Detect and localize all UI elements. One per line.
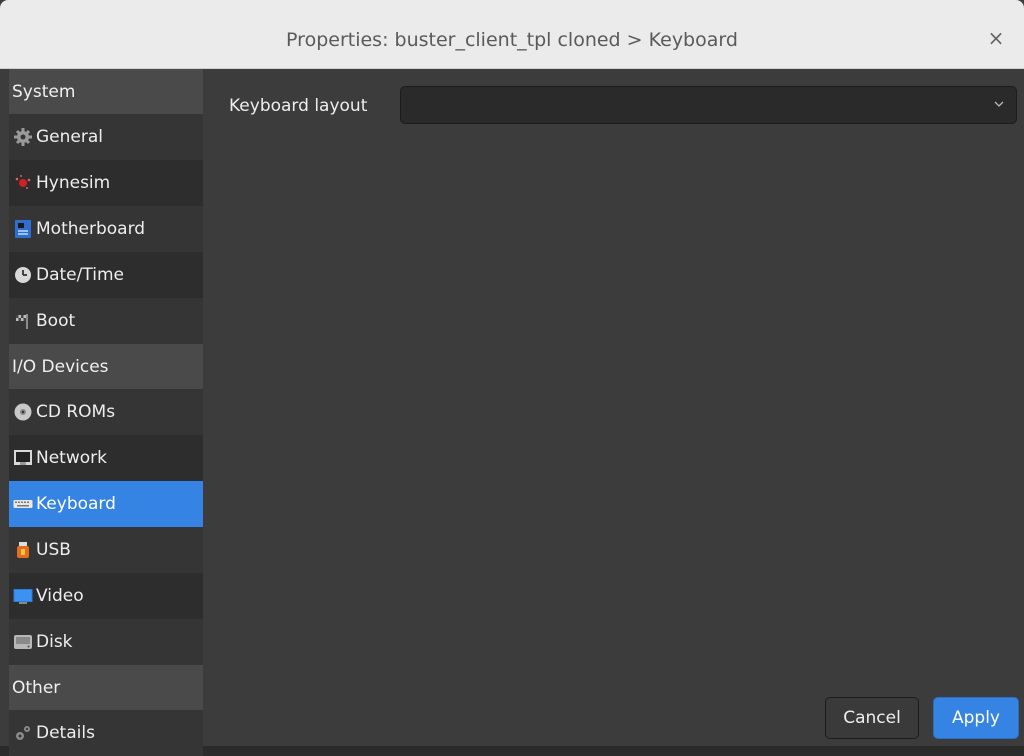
sidebar-item-datetime[interactable]: Date/Time xyxy=(9,252,203,298)
sidebar-item-label: Keyboard xyxy=(36,494,116,514)
sidebar-item-video[interactable]: Video xyxy=(9,573,203,619)
window-title: Properties: buster_client_tpl cloned > K… xyxy=(286,29,738,51)
disk-icon xyxy=(13,632,33,652)
sidebar-item-label: Motherboard xyxy=(36,219,146,239)
sidebar-section-system: System xyxy=(9,69,203,114)
usb-icon xyxy=(13,540,33,560)
sidebar-item-cdroms[interactable]: CD ROMs xyxy=(9,389,203,435)
sidebar-item-label: Hynesim xyxy=(36,173,111,193)
sidebar-item-label: Boot xyxy=(36,311,76,331)
titlebar: Properties: buster_client_tpl cloned > K… xyxy=(0,0,1024,69)
cd-icon xyxy=(13,402,33,422)
keyboard-layout-label: Keyboard layout xyxy=(229,96,368,116)
sidebar-item-label: Network xyxy=(36,448,107,468)
sidebar-item-disk[interactable]: Disk xyxy=(9,619,203,665)
motherboard-icon xyxy=(13,219,33,239)
sidebar-item-label: Video xyxy=(36,586,84,606)
sidebar-item-boot[interactable]: Boot xyxy=(9,298,203,344)
boot-flag-icon xyxy=(13,311,33,331)
clock-icon xyxy=(13,265,33,285)
sidebar-item-label: Date/Time xyxy=(36,265,124,285)
sidebar-item-label: CD ROMs xyxy=(36,402,116,422)
sidebar-item-keyboard[interactable]: Keyboard xyxy=(9,481,203,527)
apply-button[interactable]: Apply xyxy=(933,697,1019,739)
keyboard-icon xyxy=(13,494,33,514)
sidebar-section-io-devices: I/O Devices xyxy=(9,344,203,389)
sidebar-item-label: General xyxy=(36,127,103,147)
sidebar-item-general[interactable]: General xyxy=(9,114,203,160)
sidebar-item-usb[interactable]: USB xyxy=(9,527,203,573)
sidebar-item-details[interactable]: Details xyxy=(9,710,203,756)
chevron-down-icon xyxy=(994,97,1004,113)
gear-icon xyxy=(13,127,33,147)
sidebar-item-network[interactable]: Network xyxy=(9,435,203,481)
sidebar-item-label: Disk xyxy=(36,632,73,652)
properties-window: Properties: buster_client_tpl cloned > K… xyxy=(0,0,1024,756)
sidebar-section-other: Other xyxy=(9,665,203,710)
sidebar-item-hynesim[interactable]: Hynesim xyxy=(9,160,203,206)
keyboard-layout-select[interactable] xyxy=(400,86,1017,124)
sidebar-item-label: Details xyxy=(36,723,95,743)
hynesim-icon xyxy=(13,173,33,193)
sidebar-item-label: USB xyxy=(36,540,71,560)
details-gear-icon xyxy=(13,723,33,743)
sidebar: System General Hynesim Motherboard Date/… xyxy=(9,69,203,756)
network-icon xyxy=(13,448,33,468)
cancel-button[interactable]: Cancel xyxy=(825,697,919,739)
sidebar-item-motherboard[interactable]: Motherboard xyxy=(9,206,203,252)
close-button[interactable]: × xyxy=(986,28,1006,48)
monitor-icon xyxy=(13,586,33,606)
